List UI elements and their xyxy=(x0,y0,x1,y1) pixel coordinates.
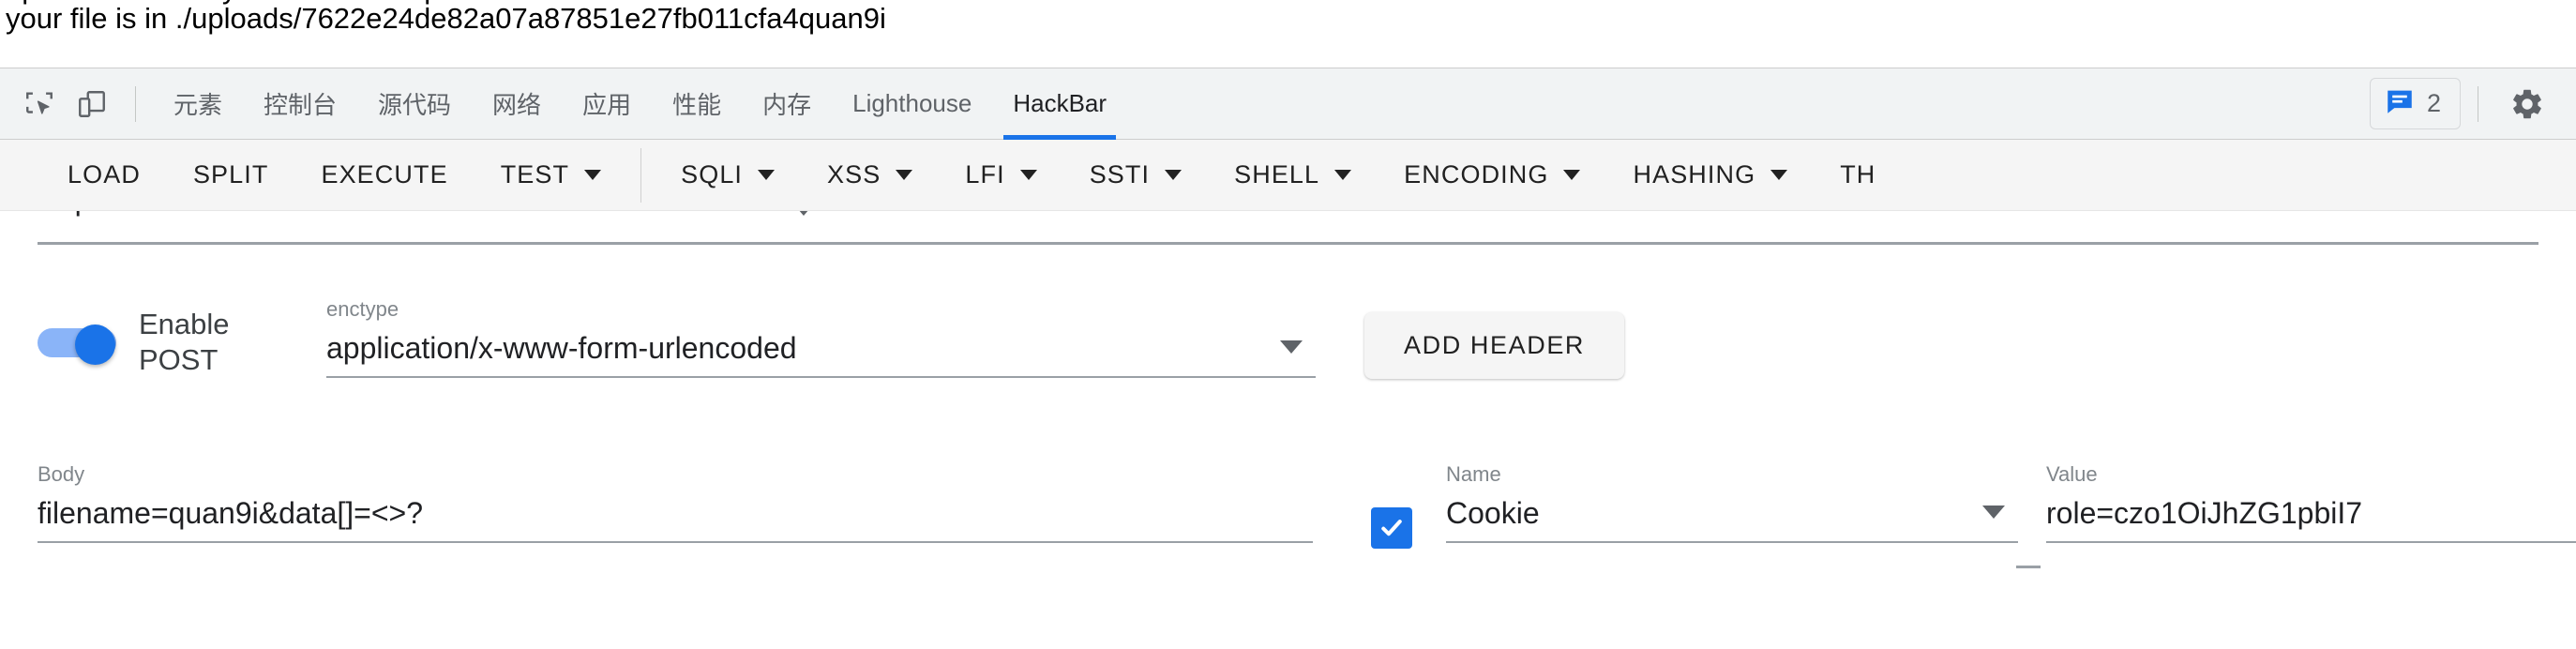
hackbar-menu-load[interactable]: LOAD xyxy=(41,140,167,210)
enable-post-label: Enable POST xyxy=(139,308,230,376)
enable-post-toggle[interactable]: Enable POST xyxy=(38,307,251,378)
enctype-select[interactable]: enctype application/x-www-form-urlencode… xyxy=(326,297,1316,378)
devtools-tabstrip: 元素 控制台 源代码 网络 应用 性能 内存 Lighthouse HackBa… xyxy=(0,68,2576,140)
tab-network[interactable]: 网络 xyxy=(472,68,562,140)
hackbar-menu-divider xyxy=(640,147,642,203)
chevron-down-icon xyxy=(1019,170,1037,180)
chevron-down-icon xyxy=(1280,340,1303,354)
body-value: filename=quan9i&data[]=<>? xyxy=(38,496,423,530)
hackbar-menu-ssti[interactable]: SSTI xyxy=(1063,140,1208,210)
upload-path-message: your file is in ./uploads/7622e24de82a07… xyxy=(6,2,886,35)
header-value-value: role=czo1OiJhZG1pbiI7 xyxy=(2046,496,2363,530)
tab-sources[interactable]: 源代码 xyxy=(357,68,472,140)
devtools-panel: 元素 控制台 源代码 网络 应用 性能 内存 Lighthouse HackBa… xyxy=(0,68,2576,649)
tab-application-label: 应用 xyxy=(582,91,632,119)
toolbar-divider xyxy=(135,85,136,122)
chevron-down-icon xyxy=(896,170,913,180)
url-field-value: http://node5.anna.nssctf.cn:28897/ xyxy=(41,211,502,218)
hackbar-menu-ssti-label: SSTI xyxy=(1089,160,1151,189)
hackbar-body: http://node5.anna.nssctf.cn:28897/ Enabl… xyxy=(0,211,2576,648)
body-underline xyxy=(38,541,1313,543)
toggle-thumb xyxy=(75,324,115,365)
chevron-down-icon xyxy=(1165,170,1183,180)
hackbar-menu-lfi-label: LFI xyxy=(965,160,1005,189)
hackbar-menu-encoding-label: ENCODING xyxy=(1404,160,1549,189)
tab-lighthouse-label: Lighthouse xyxy=(852,89,972,117)
tab-hackbar[interactable]: HackBar xyxy=(992,68,1127,140)
chevron-down-icon xyxy=(1982,506,2005,519)
header-row-connector xyxy=(2016,566,2041,568)
hackbar-menu-shell[interactable]: SHELL xyxy=(1208,140,1378,210)
message-count-label: 2 xyxy=(2426,89,2441,117)
header-name-underline xyxy=(1446,541,2018,543)
tab-sources-label: 源代码 xyxy=(378,91,452,119)
hackbar-menu-xss-label: XSS xyxy=(827,160,881,189)
tab-application[interactable]: 应用 xyxy=(562,68,652,140)
chevron-down-icon xyxy=(584,170,602,180)
hackbar-menu-truncated[interactable]: TH xyxy=(1814,140,1902,210)
inspect-element-icon[interactable] xyxy=(13,78,66,130)
url-field-clipped[interactable]: http://node5.anna.nssctf.cn:28897/ xyxy=(0,211,2576,250)
url-field-underline xyxy=(38,242,2538,245)
hackbar-menu-split[interactable]: SPLIT xyxy=(167,140,295,210)
header-value-input[interactable]: Value role=czo1OiJhZG1pbiI7 xyxy=(2046,462,2576,543)
devtools-tab-list: 元素 控制台 源代码 网络 应用 性能 内存 Lighthouse HackBa… xyxy=(153,68,1127,140)
devtools-toolbar-right: 2 xyxy=(2369,78,2563,130)
tab-memory[interactable]: 内存 xyxy=(742,68,832,140)
page-content-area: upload success! your file is in ./upload… xyxy=(0,0,2576,68)
hackbar-menu-split-label: SPLIT xyxy=(192,160,269,189)
chevron-down-icon xyxy=(758,170,776,180)
hackbar-menu-execute-label: EXECUTE xyxy=(321,160,448,189)
chevron-down-icon xyxy=(1334,170,1352,180)
device-toolbar-icon[interactable] xyxy=(66,78,118,130)
hackbar-menu-test[interactable]: TEST xyxy=(475,140,627,210)
hackbar-menu-hashing[interactable]: HASHING xyxy=(1606,140,1814,210)
hackbar-menu-truncated-label: TH xyxy=(1840,160,1876,189)
toggle-switch[interactable] xyxy=(38,324,116,365)
enctype-label: enctype xyxy=(326,297,399,321)
tab-hackbar-label: HackBar xyxy=(1013,89,1107,117)
hackbar-menu-hashing-label: HASHING xyxy=(1633,160,1756,189)
tab-performance[interactable]: 性能 xyxy=(652,68,742,140)
gear-icon[interactable] xyxy=(2501,78,2553,130)
message-icon xyxy=(2384,85,2416,122)
hackbar-menu-sqli[interactable]: SQLI xyxy=(655,140,801,210)
tab-elements-label: 元素 xyxy=(173,91,223,119)
hackbar-menu-sqli-label: SQLI xyxy=(681,160,744,189)
hackbar-menu-shell-label: SHELL xyxy=(1234,160,1320,189)
chevron-down-icon xyxy=(792,211,815,216)
hackbar-menu-test-label: TEST xyxy=(500,160,570,189)
tab-console-label: 控制台 xyxy=(264,91,338,119)
chevron-down-icon xyxy=(1563,170,1581,180)
header-enabled-checkbox[interactable] xyxy=(1371,507,1412,549)
add-header-button[interactable]: ADD HEADER xyxy=(1364,312,1625,379)
hackbar-menu-load-label: LOAD xyxy=(68,160,141,189)
tab-elements[interactable]: 元素 xyxy=(153,68,243,140)
message-count-badge[interactable]: 2 xyxy=(2369,78,2461,129)
enctype-underline xyxy=(326,376,1316,378)
header-name-value: Cookie xyxy=(1446,496,1540,530)
hackbar-menu-xss[interactable]: XSS xyxy=(801,140,939,210)
header-name-label: Name xyxy=(1446,462,1501,486)
enctype-value: application/x-www-form-urlencoded xyxy=(326,331,797,365)
hackbar-menu-lfi[interactable]: LFI xyxy=(939,140,1062,210)
post-settings-row: Enable POST enctype application/x-www-fo… xyxy=(0,292,2576,414)
body-label: Body xyxy=(38,462,85,486)
hackbar-menubar: LOAD SPLIT EXECUTE TEST SQLI XSS LFI SST… xyxy=(0,140,2576,211)
tab-network-label: 网络 xyxy=(492,91,542,119)
tab-performance-label: 性能 xyxy=(672,91,722,119)
chevron-down-icon xyxy=(1770,170,1788,180)
hackbar-menu-encoding[interactable]: ENCODING xyxy=(1378,140,1606,210)
header-value-underline xyxy=(2046,541,2576,543)
tab-lighthouse[interactable]: Lighthouse xyxy=(832,68,992,140)
hackbar-menu-execute[interactable]: EXECUTE xyxy=(294,140,474,210)
header-name-select[interactable]: Name Cookie xyxy=(1446,462,2018,543)
tab-memory-label: 内存 xyxy=(762,91,812,119)
header-value-label: Value xyxy=(2046,462,2098,486)
request-fields-row: Body filename=quan9i&data[]=<>? Name Coo… xyxy=(0,462,2576,612)
body-input[interactable]: Body filename=quan9i&data[]=<>? xyxy=(38,462,1313,543)
tab-console[interactable]: 控制台 xyxy=(243,68,357,140)
